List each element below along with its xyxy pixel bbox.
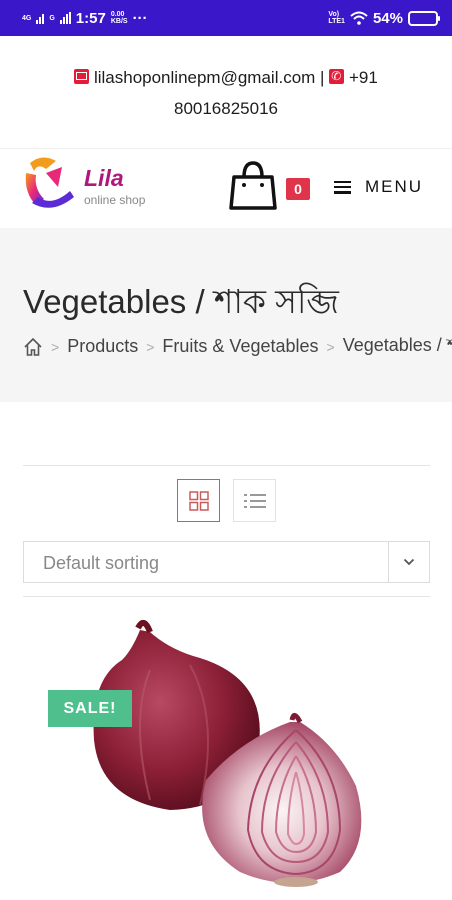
wifi-icon (350, 11, 368, 25)
logo-mark (25, 157, 74, 208)
product-image-onion[interactable] (0, 610, 452, 900)
grid-view-icon (188, 490, 209, 511)
network-4g: 4G (22, 14, 32, 22)
site-header: Lila online shop 0 MENU (0, 148, 452, 228)
sale-badge: SALE! (48, 690, 132, 727)
status-bar: 4G G 1:57 0.00 KB/S ··· Vo) LTE1 54% (0, 0, 452, 36)
phone-icon (329, 61, 345, 92)
breadcrumb: > Products > Fruits & Vegetables > Veget… (23, 331, 452, 362)
home-icon[interactable] (23, 337, 43, 357)
breadcrumb-item-current: Vegetables / শাক সব্জি (342, 335, 452, 355)
menu-label: MENU (365, 177, 424, 196)
list-view-button[interactable] (233, 479, 276, 522)
battery-percent: 54% (372, 9, 403, 27)
divider (23, 596, 430, 597)
contact-bar: lilashoponlinepm@gmail.com | +91 8001682… (0, 36, 452, 148)
breadcrumb-separator: > (326, 338, 335, 355)
product-card[interactable]: SALE! (0, 610, 452, 900)
clock: 1:57 (75, 9, 106, 27)
battery-icon (408, 10, 440, 26)
page-title: Vegetables / শাক সব্জি (23, 283, 339, 320)
logo-text: Lila (84, 165, 124, 191)
page-header: Vegetables / শাক সব্জি > Products > Frui… (0, 228, 452, 402)
shopping-bag-icon[interactable] (228, 159, 278, 211)
grid-view-button[interactable] (177, 479, 220, 522)
cart-count-badge[interactable]: 0 (286, 178, 310, 200)
breadcrumb-item-fruits-vegetables[interactable]: Fruits & Vegetables (162, 336, 318, 357)
status-right: Vo) LTE1 54% (328, 9, 440, 27)
network-g: G (49, 14, 55, 22)
network-speed: 0.00 KB/S (110, 11, 128, 25)
sort-selected-value: Default sorting (43, 553, 160, 573)
breadcrumb-separator: > (146, 338, 155, 355)
contact-separator: | (320, 68, 325, 87)
volte-indicator: Vo) LTE1 (328, 11, 345, 25)
contact-email[interactable]: lilashoponlinepm@gmail.com (94, 68, 315, 87)
hamburger-icon (334, 180, 351, 194)
status-left: 4G G 1:57 0.00 KB/S ··· (22, 10, 148, 27)
breadcrumb-item-products[interactable]: Products (67, 336, 138, 357)
sort-dropdown-toggle[interactable] (388, 542, 429, 582)
signal-icon (36, 12, 45, 24)
signal-icon-2 (59, 12, 71, 24)
envelope-icon (74, 69, 90, 84)
divider (23, 465, 430, 466)
more-notifications: ··· (132, 9, 148, 27)
list-view-icon (243, 493, 266, 508)
site-logo[interactable]: Lila online shop (22, 153, 162, 219)
chevron-down-icon (403, 558, 415, 566)
sort-select[interactable]: Default sorting (23, 541, 430, 583)
breadcrumb-separator: > (51, 338, 60, 355)
menu-button[interactable]: MENU (334, 177, 423, 197)
logo-subtitle: online shop (84, 193, 146, 207)
